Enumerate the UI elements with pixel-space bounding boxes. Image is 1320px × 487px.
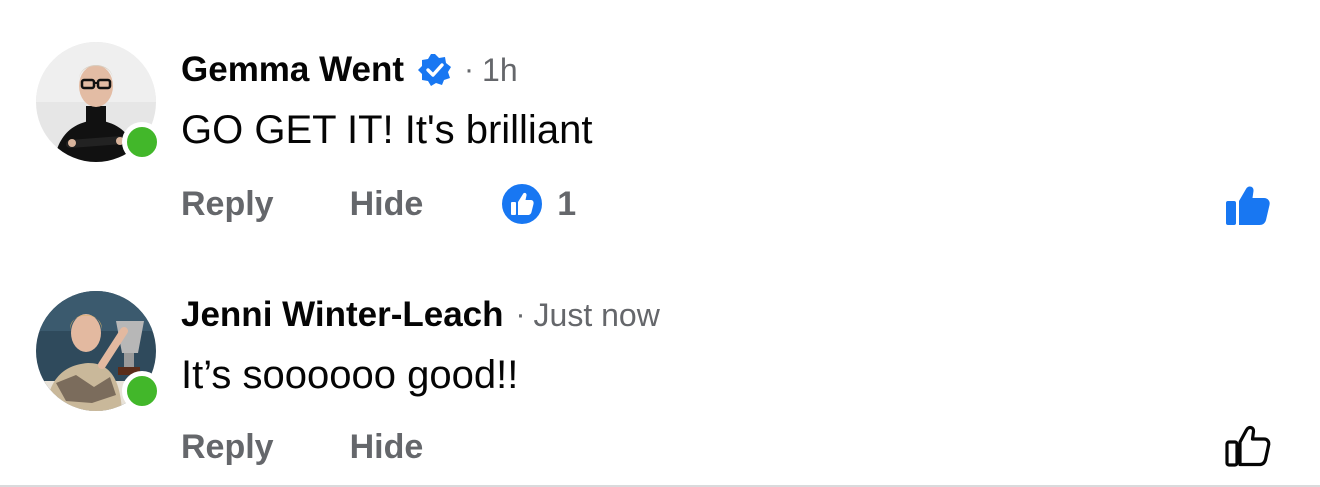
separator-dot: · xyxy=(515,298,526,331)
reply-button[interactable]: Reply xyxy=(181,185,274,224)
comment-actions: Reply Hide xyxy=(181,425,423,469)
comment-text: GO GET IT! It's brilliant xyxy=(181,108,593,152)
online-status-dot xyxy=(122,371,162,411)
online-status-dot xyxy=(122,122,162,162)
comment-timestamp[interactable]: 1h xyxy=(482,52,518,89)
comment-timestamp[interactable]: Just now xyxy=(534,297,660,334)
comment-header: Jenni Winter-Leach · Just now xyxy=(181,293,660,337)
comment-header: Gemma Went · 1h xyxy=(181,48,518,92)
author-name[interactable]: Gemma Went xyxy=(181,50,404,90)
separator-dot: · xyxy=(464,53,475,86)
like-reaction-icon xyxy=(499,181,545,227)
avatar-jenni-winter-leach[interactable] xyxy=(36,291,162,411)
comment-gemma-went: Gemma Went · 1h GO GET IT! It's brillian… xyxy=(0,0,1320,245)
verified-badge-icon xyxy=(418,53,452,87)
hide-button[interactable]: Hide xyxy=(350,428,424,467)
like-button[interactable] xyxy=(1224,181,1272,229)
comment-jenni-winter-leach: Jenni Winter-Leach · Just now It’s soooo… xyxy=(0,245,1320,487)
avatar-gemma-went[interactable] xyxy=(36,42,162,162)
thumbs-up-outline-icon xyxy=(1225,425,1271,467)
hide-button[interactable]: Hide xyxy=(350,185,424,224)
reaction-count: 1 xyxy=(557,184,577,223)
like-button[interactable] xyxy=(1224,421,1272,469)
thumbs-up-filled-icon xyxy=(1226,186,1270,225)
author-name[interactable]: Jenni Winter-Leach xyxy=(181,295,504,335)
reply-button[interactable]: Reply xyxy=(181,428,274,467)
comment-actions: Reply Hide 1 xyxy=(181,182,576,226)
reaction-summary[interactable]: 1 xyxy=(499,181,576,227)
comment-text: It’s soooooo good!! xyxy=(181,353,519,397)
